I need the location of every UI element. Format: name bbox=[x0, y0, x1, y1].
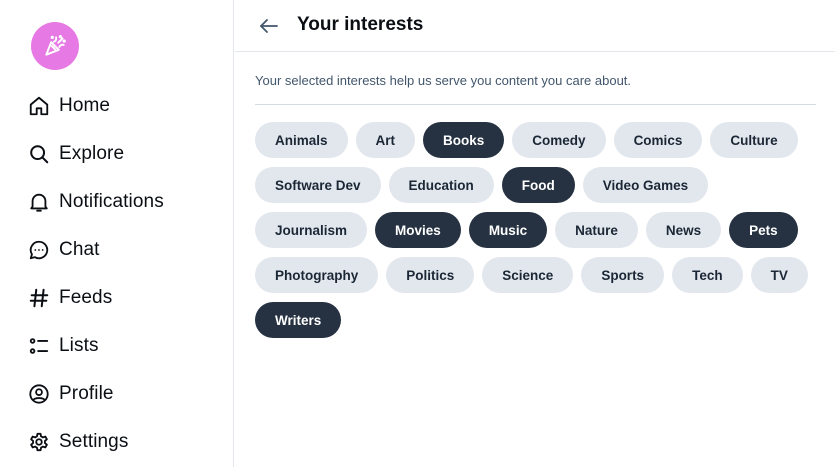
interest-chip-list: Animals Art Books Comedy Comics Culture Softwa… bbox=[255, 122, 825, 338]
arrow-left-icon bbox=[260, 19, 278, 33]
sidebar-item-label: Feeds bbox=[59, 287, 113, 308]
interest-chip[interactable]: Journalism bbox=[255, 212, 368, 248]
interest-chip[interactable]: Comics bbox=[613, 122, 703, 158]
interest-chip[interactable]: Photography bbox=[255, 257, 379, 293]
sidebar-item-label: Home bbox=[59, 95, 111, 116]
sidebar-item-notifications[interactable]: Notifications bbox=[28, 178, 164, 226]
interest-chip[interactable]: News bbox=[645, 212, 722, 248]
sidebar-item-chat[interactable]: Chat bbox=[28, 226, 164, 274]
interest-chip[interactable]: Music bbox=[468, 212, 548, 248]
sidebar-nav: Home Explore Notifications Chat Feeds Li… bbox=[28, 82, 164, 466]
interest-chip[interactable]: Nature bbox=[555, 212, 638, 248]
interest-chip[interactable]: Art bbox=[355, 122, 416, 158]
interest-chip[interactable]: Software Dev bbox=[255, 167, 381, 203]
sidebar-item-label: Chat bbox=[59, 239, 100, 260]
sidebar-item-home[interactable]: Home bbox=[28, 82, 164, 130]
user-circle-icon bbox=[28, 383, 50, 405]
interest-chip[interactable]: Pets bbox=[729, 212, 798, 248]
interest-chip[interactable]: Food bbox=[501, 167, 575, 203]
sidebar-item-label: Notifications bbox=[59, 191, 164, 212]
interest-chip[interactable]: Writers bbox=[255, 302, 342, 338]
interest-chip[interactable]: TV bbox=[750, 257, 808, 293]
bell-icon bbox=[28, 191, 50, 213]
sidebar-item-feeds[interactable]: Feeds bbox=[28, 274, 164, 322]
interest-chip[interactable]: Culture bbox=[710, 122, 798, 158]
party-popper-icon bbox=[45, 35, 66, 56]
interest-chip[interactable]: Movies bbox=[375, 212, 461, 248]
sidebar-item-label: Explore bbox=[59, 143, 125, 164]
main-panel: Your interests Your selected interests h… bbox=[235, 0, 835, 467]
sidebar-item-label: Lists bbox=[59, 335, 99, 356]
gear-icon bbox=[28, 431, 50, 453]
sidebar: Home Explore Notifications Chat Feeds Li… bbox=[0, 0, 234, 467]
interest-chip[interactable]: Sports bbox=[581, 257, 665, 293]
sidebar-item-explore[interactable]: Explore bbox=[28, 130, 164, 178]
sidebar-item-profile[interactable]: Profile bbox=[28, 370, 164, 418]
interest-chip[interactable]: Video Games bbox=[582, 167, 709, 203]
home-icon bbox=[28, 95, 50, 117]
interest-chip[interactable]: Comedy bbox=[512, 122, 606, 158]
sidebar-item-lists[interactable]: Lists bbox=[28, 322, 164, 370]
page-header: Your interests bbox=[235, 0, 835, 52]
sidebar-item-label: Settings bbox=[59, 431, 129, 452]
interest-chip[interactable]: Tech bbox=[672, 257, 743, 293]
sidebar-item-label: Profile bbox=[59, 383, 114, 404]
interest-chip[interactable]: Books bbox=[423, 122, 505, 158]
sidebar-item-settings[interactable]: Settings bbox=[28, 418, 164, 466]
search-icon bbox=[28, 143, 50, 165]
list-icon bbox=[28, 335, 50, 357]
page-title: Your interests bbox=[297, 14, 424, 35]
chat-icon bbox=[28, 239, 50, 261]
interest-chip[interactable]: Animals bbox=[255, 122, 348, 158]
divider bbox=[255, 104, 816, 105]
interest-chip[interactable]: Education bbox=[388, 167, 494, 203]
interest-chip[interactable]: Science bbox=[482, 257, 574, 293]
hash-icon bbox=[28, 287, 50, 309]
page-description: Your selected interests help us serve yo… bbox=[255, 73, 632, 88]
avatar[interactable] bbox=[31, 22, 79, 70]
interest-chip[interactable]: Politics bbox=[386, 257, 475, 293]
back-button[interactable] bbox=[257, 14, 281, 38]
